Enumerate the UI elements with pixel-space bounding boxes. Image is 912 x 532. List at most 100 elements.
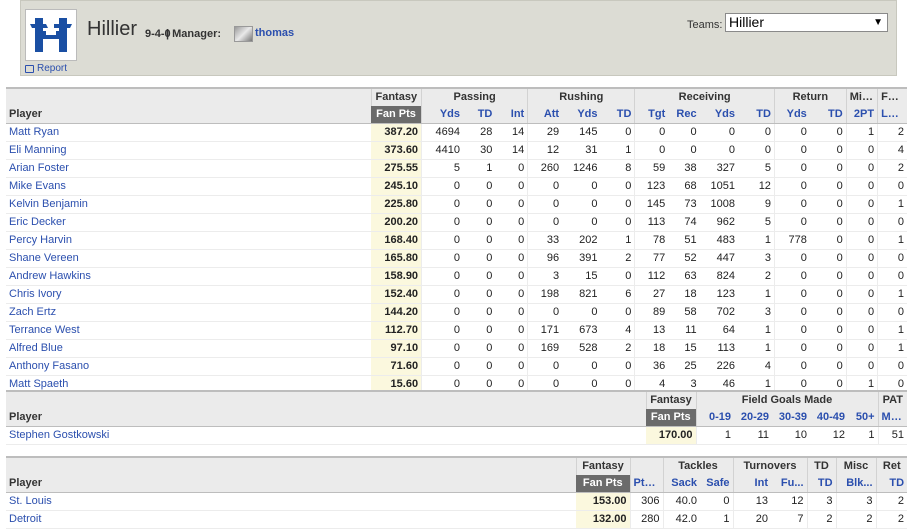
defense-column-header[interactable]: Safe [700,475,733,493]
kicker-column-header[interactable]: 40-49 [810,409,848,427]
stat-cell: 0 [845,357,878,376]
player-name-link[interactable]: Chris Ivory [6,285,372,304]
stat-cell: 1 [845,123,878,142]
player-name-link[interactable]: Eric Decker [6,213,372,232]
table-row: Stephen Gostkowski 170.00 1 11 10 12 1 51 [6,426,908,445]
stat-cell: 0 [600,123,635,142]
kicker-column-header[interactable]: Made [877,409,908,427]
stat-cell: 52 [668,249,700,268]
stat-cell: 1 [877,339,907,358]
offense-column-header[interactable]: TD [463,106,496,124]
stat-cell: 0 [421,231,464,250]
kicker-column-header[interactable]: Fan Pts [646,409,696,427]
stat-cell: 29 [527,123,563,142]
player-name-link[interactable]: Percy Harvin [6,231,372,250]
manager-label: | Manager: [166,28,222,40]
player-name-link[interactable]: Eli Manning [6,141,372,160]
stat-cell: 0 [699,123,739,142]
offense-column-header[interactable]: Int [495,106,528,124]
offense-column-header[interactable]: Rec [668,106,700,124]
stat-cell: 0 [495,321,528,340]
stat-cell: 0 [463,303,496,322]
stat-cell: 0 [845,213,878,232]
stat-cell: 112 [634,267,669,286]
defense-column-header[interactable]: TD [875,475,908,493]
player-name-link[interactable]: Alfred Blue [6,339,372,358]
offense-column-header[interactable]: 2PT [845,106,878,124]
fantasy-points-cell: 170.00 [646,426,696,445]
defense-column-header[interactable]: Fan Pts [576,475,630,493]
stat-cell: 0 [668,123,700,142]
stat-cell: 0 [463,285,496,304]
player-name-link[interactable]: Anthony Fasano [6,357,372,376]
defense-column-header[interactable]: TD [806,475,837,493]
offense-column-header[interactable]: Yds [699,106,739,124]
stat-cell: 2 [877,123,907,142]
stat-cell: 673 [562,321,601,340]
player-name-link[interactable]: St. Louis [6,492,576,511]
stat-cell: 0 [421,267,464,286]
stat-cell: 12 [738,177,775,196]
player-name-link[interactable]: Kelvin Benjamin [6,195,372,214]
stat-cell: 63 [668,267,700,286]
stat-cell: 11 [734,426,772,445]
stat-cell: 0 [809,177,847,196]
stat-cell: 73 [668,195,700,214]
stat-cell: 0 [845,303,878,322]
stat-cell: 0 [845,159,878,178]
stat-cell: 0 [668,141,700,160]
player-name-link[interactable]: Mike Evans [6,177,372,196]
defense-column-header[interactable]: Int [732,475,771,493]
stat-cell: 11 [668,321,700,340]
stat-cell: 0 [495,177,528,196]
kicker-column-header[interactable]: 0-19 [695,409,734,427]
offense-column-header[interactable]: Fan Pts [371,106,422,124]
player-name-link[interactable]: Stephen Gostkowski [6,426,646,445]
offense-group-header: Receiving [634,87,775,106]
stat-cell: 0 [600,195,635,214]
kicker-column-header[interactable]: 20-29 [734,409,772,427]
chevron-down-icon: ▼ [873,17,883,28]
player-name-link[interactable]: Zach Ertz [6,303,372,322]
defense-column-header[interactable]: Sack [662,475,700,493]
kicker-group-header: Field Goals Made [695,390,879,409]
kicker-column-header[interactable]: 30-39 [772,409,810,427]
stat-cell: 96 [527,249,563,268]
report-label: Report [37,63,68,74]
manager-name-link[interactable]: thomas [255,27,294,39]
stat-cell: 0 [495,249,528,268]
player-name-link[interactable]: Arian Foster [6,159,372,178]
stat-cell: 12 [810,426,848,445]
kicker-column-header[interactable]: 50+ [848,409,879,427]
defense-column-header[interactable]: Pts ... [629,475,663,493]
stat-cell: 821 [562,285,601,304]
player-name-link[interactable]: Detroit [6,510,576,529]
stat-cell: 14 [495,141,528,160]
stat-cell: 40.0 [662,492,700,511]
player-name-link[interactable]: Shane Vereen [6,249,372,268]
report-link[interactable]: Report [25,63,67,74]
offense-column-header[interactable]: Tgt [634,106,669,124]
player-name-link[interactable]: Andrew Hawkins [6,267,372,286]
defense-column-header[interactable]: Fu... [771,475,808,493]
player-name-link[interactable]: Terrance West [6,321,372,340]
stat-cell: 1 [600,141,635,160]
stat-cell: 0 [421,303,464,322]
stat-cell: 31 [562,141,601,160]
table-row: Matt Ryan 387.20 4694 28 14 29 145 0 0 0 0 0 0 0 1 2 [6,123,907,142]
table-row: Kelvin Benjamin 225.80 0 0 0 0 0 0 145 73 1008 9 0 0 0… [6,195,907,214]
teams-select[interactable]: Hillier ▼ [725,13,888,32]
offense-column-header[interactable]: Yds [421,106,464,124]
defense-column-header[interactable]: Blk... [835,475,877,493]
offense-column-header[interactable]: Att [527,106,563,124]
offense-column-header[interactable]: Yds [773,106,810,124]
player-name-link[interactable]: Matt Ryan [6,123,372,142]
offense-column-header[interactable]: TD [738,106,775,124]
stat-cell: 28 [463,123,496,142]
offense-column-header[interactable]: Lost [877,106,907,124]
offense-column-header[interactable]: Yds [562,106,601,124]
offense-column-header[interactable]: TD [809,106,847,124]
stat-cell: 145 [634,195,669,214]
offense-column-header[interactable]: TD [600,106,635,124]
stat-cell: 0 [809,141,847,160]
